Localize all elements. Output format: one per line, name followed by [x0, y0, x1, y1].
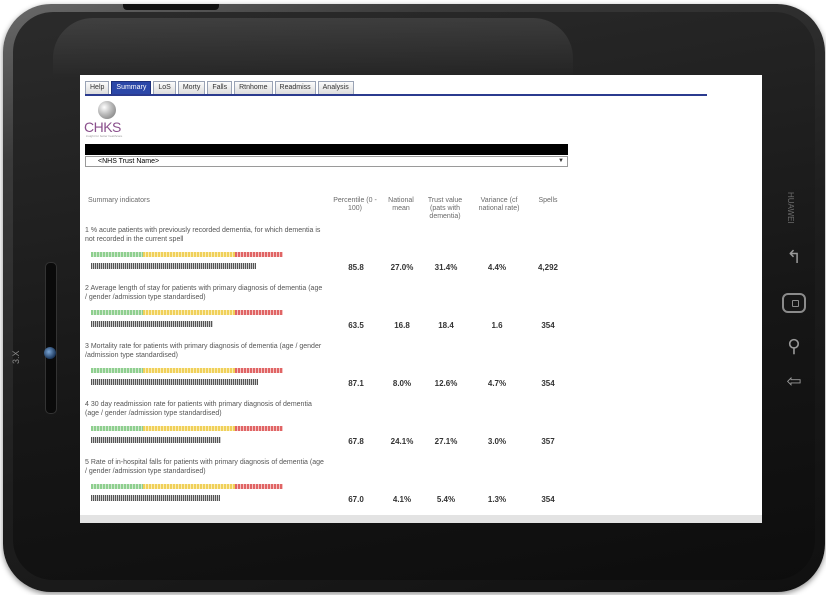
- camera-icon: [44, 347, 56, 359]
- tab-bar: Help Summary LoS Morty Falls Rtnhome Readmiss A…: [85, 81, 354, 95]
- chevron-down-icon[interactable]: ▼: [558, 157, 564, 166]
- value-national-mean: 4.1%: [392, 495, 412, 504]
- value-variance: 4.7%: [487, 379, 507, 388]
- value-variance: 4.4%: [487, 263, 507, 272]
- screen: Help Summary LoS Morty Falls Rtnhome Readmiss A…: [80, 75, 762, 523]
- value-variance: 1.6: [491, 321, 503, 330]
- tab-los[interactable]: LoS: [153, 81, 176, 95]
- header-percentile: Percentile (0 - 100): [333, 197, 377, 212]
- rag-scale: [91, 310, 283, 315]
- value-national-mean: 16.8: [394, 321, 410, 330]
- header-trust-value: Trust value (pats with dementia): [427, 197, 463, 220]
- percentile-bar: [91, 379, 258, 385]
- value-national-mean: 8.0%: [392, 379, 412, 388]
- percentile-bar: [91, 437, 221, 443]
- value-trust-value: 5.4%: [436, 495, 456, 504]
- value-spells: 357: [541, 437, 555, 446]
- indicator-title: 1 % acute patients with previously recor…: [85, 227, 321, 243]
- value-trust-value: 31.4%: [434, 263, 458, 272]
- tab-readmiss[interactable]: Readmiss: [274, 81, 316, 95]
- value-spells: 354: [541, 321, 555, 330]
- logo-sphere-icon: [98, 101, 116, 119]
- trust-select-value: <NHS Trust Name>: [98, 158, 160, 165]
- side-slot: [45, 262, 57, 414]
- indicator-title: 3 Mortality rate for patients with prima…: [85, 343, 322, 359]
- header-spells: Spells: [538, 197, 558, 204]
- value-percentile: 85.8: [348, 263, 364, 272]
- home-button-icon[interactable]: [782, 293, 806, 313]
- tab-summary[interactable]: Summary: [111, 81, 152, 95]
- title-bar: [85, 144, 568, 155]
- side-label: 3.X: [11, 350, 21, 364]
- power-button[interactable]: [123, 4, 219, 10]
- value-variance: 3.0%: [487, 437, 507, 446]
- tab-falls[interactable]: Falls: [207, 81, 233, 95]
- value-trust-value: 27.1%: [434, 437, 458, 446]
- value-percentile: 87.1: [348, 379, 364, 388]
- header-national-mean: National mean: [388, 197, 414, 212]
- value-percentile: 63.5: [348, 321, 364, 330]
- search-icon[interactable]: ⚲: [783, 337, 805, 355]
- chks-logo: CHKS insight for better healthcare: [84, 101, 134, 139]
- tab-underline: [85, 94, 707, 96]
- indicator-title: 2 Average length of stay for patients wi…: [85, 285, 323, 301]
- tab-help[interactable]: Help: [85, 81, 110, 95]
- menu-arrow-icon[interactable]: ⇦: [783, 372, 805, 390]
- header-variance: Variance (cf national rate): [478, 197, 520, 212]
- brand-label: HUAWEI: [786, 192, 795, 224]
- value-spells: 354: [541, 495, 555, 504]
- value-trust-value: 18.4: [438, 321, 454, 330]
- rag-scale: [91, 484, 283, 489]
- value-spells: 4,292: [537, 263, 559, 272]
- value-national-mean: 27.0%: [390, 263, 414, 272]
- value-spells: 354: [541, 379, 555, 388]
- value-percentile: 67.8: [348, 437, 364, 446]
- horizontal-scrollbar[interactable]: [80, 515, 762, 523]
- back-arrow-icon[interactable]: ↰: [783, 248, 805, 266]
- value-national-mean: 24.1%: [390, 437, 414, 446]
- value-trust-value: 12.6%: [434, 379, 458, 388]
- header-indicator: Summary indicators: [88, 197, 150, 204]
- percentile-bar: [91, 263, 256, 269]
- percentile-bar: [91, 495, 220, 501]
- value-variance: 1.3%: [487, 495, 507, 504]
- tab-rtnhome[interactable]: Rtnhome: [234, 81, 273, 95]
- value-percentile: 67.0: [348, 495, 364, 504]
- tab-analysis[interactable]: Analysis: [317, 81, 354, 95]
- rag-scale: [91, 252, 283, 257]
- percentile-bar: [91, 321, 213, 327]
- logo-text: CHKS: [84, 119, 121, 135]
- tab-morty[interactable]: Morty: [177, 81, 206, 95]
- indicator-title: 5 Rate of in-hospital falls for patients…: [85, 459, 324, 475]
- rag-scale: [91, 368, 283, 373]
- indicator-title: 4 30 day readmission rate for patients w…: [85, 401, 312, 417]
- trust-select[interactable]: <NHS Trust Name> ▼: [85, 156, 568, 167]
- rag-scale: [91, 426, 283, 431]
- logo-subtitle: insight for better healthcare: [86, 134, 123, 138]
